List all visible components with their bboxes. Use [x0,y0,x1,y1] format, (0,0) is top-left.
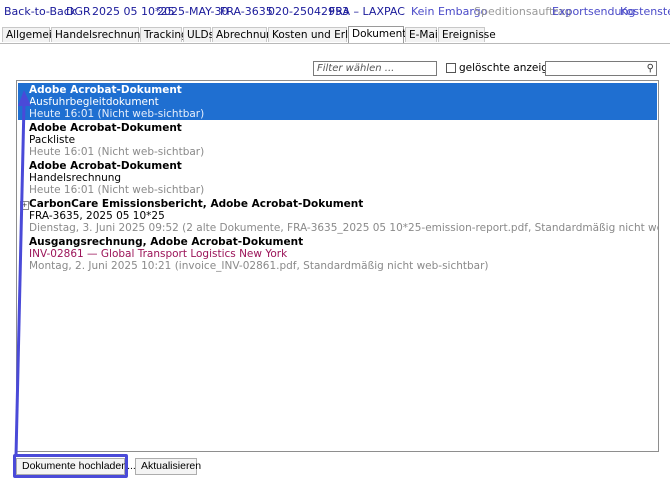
annotation-arrow-icon [14,90,31,457]
